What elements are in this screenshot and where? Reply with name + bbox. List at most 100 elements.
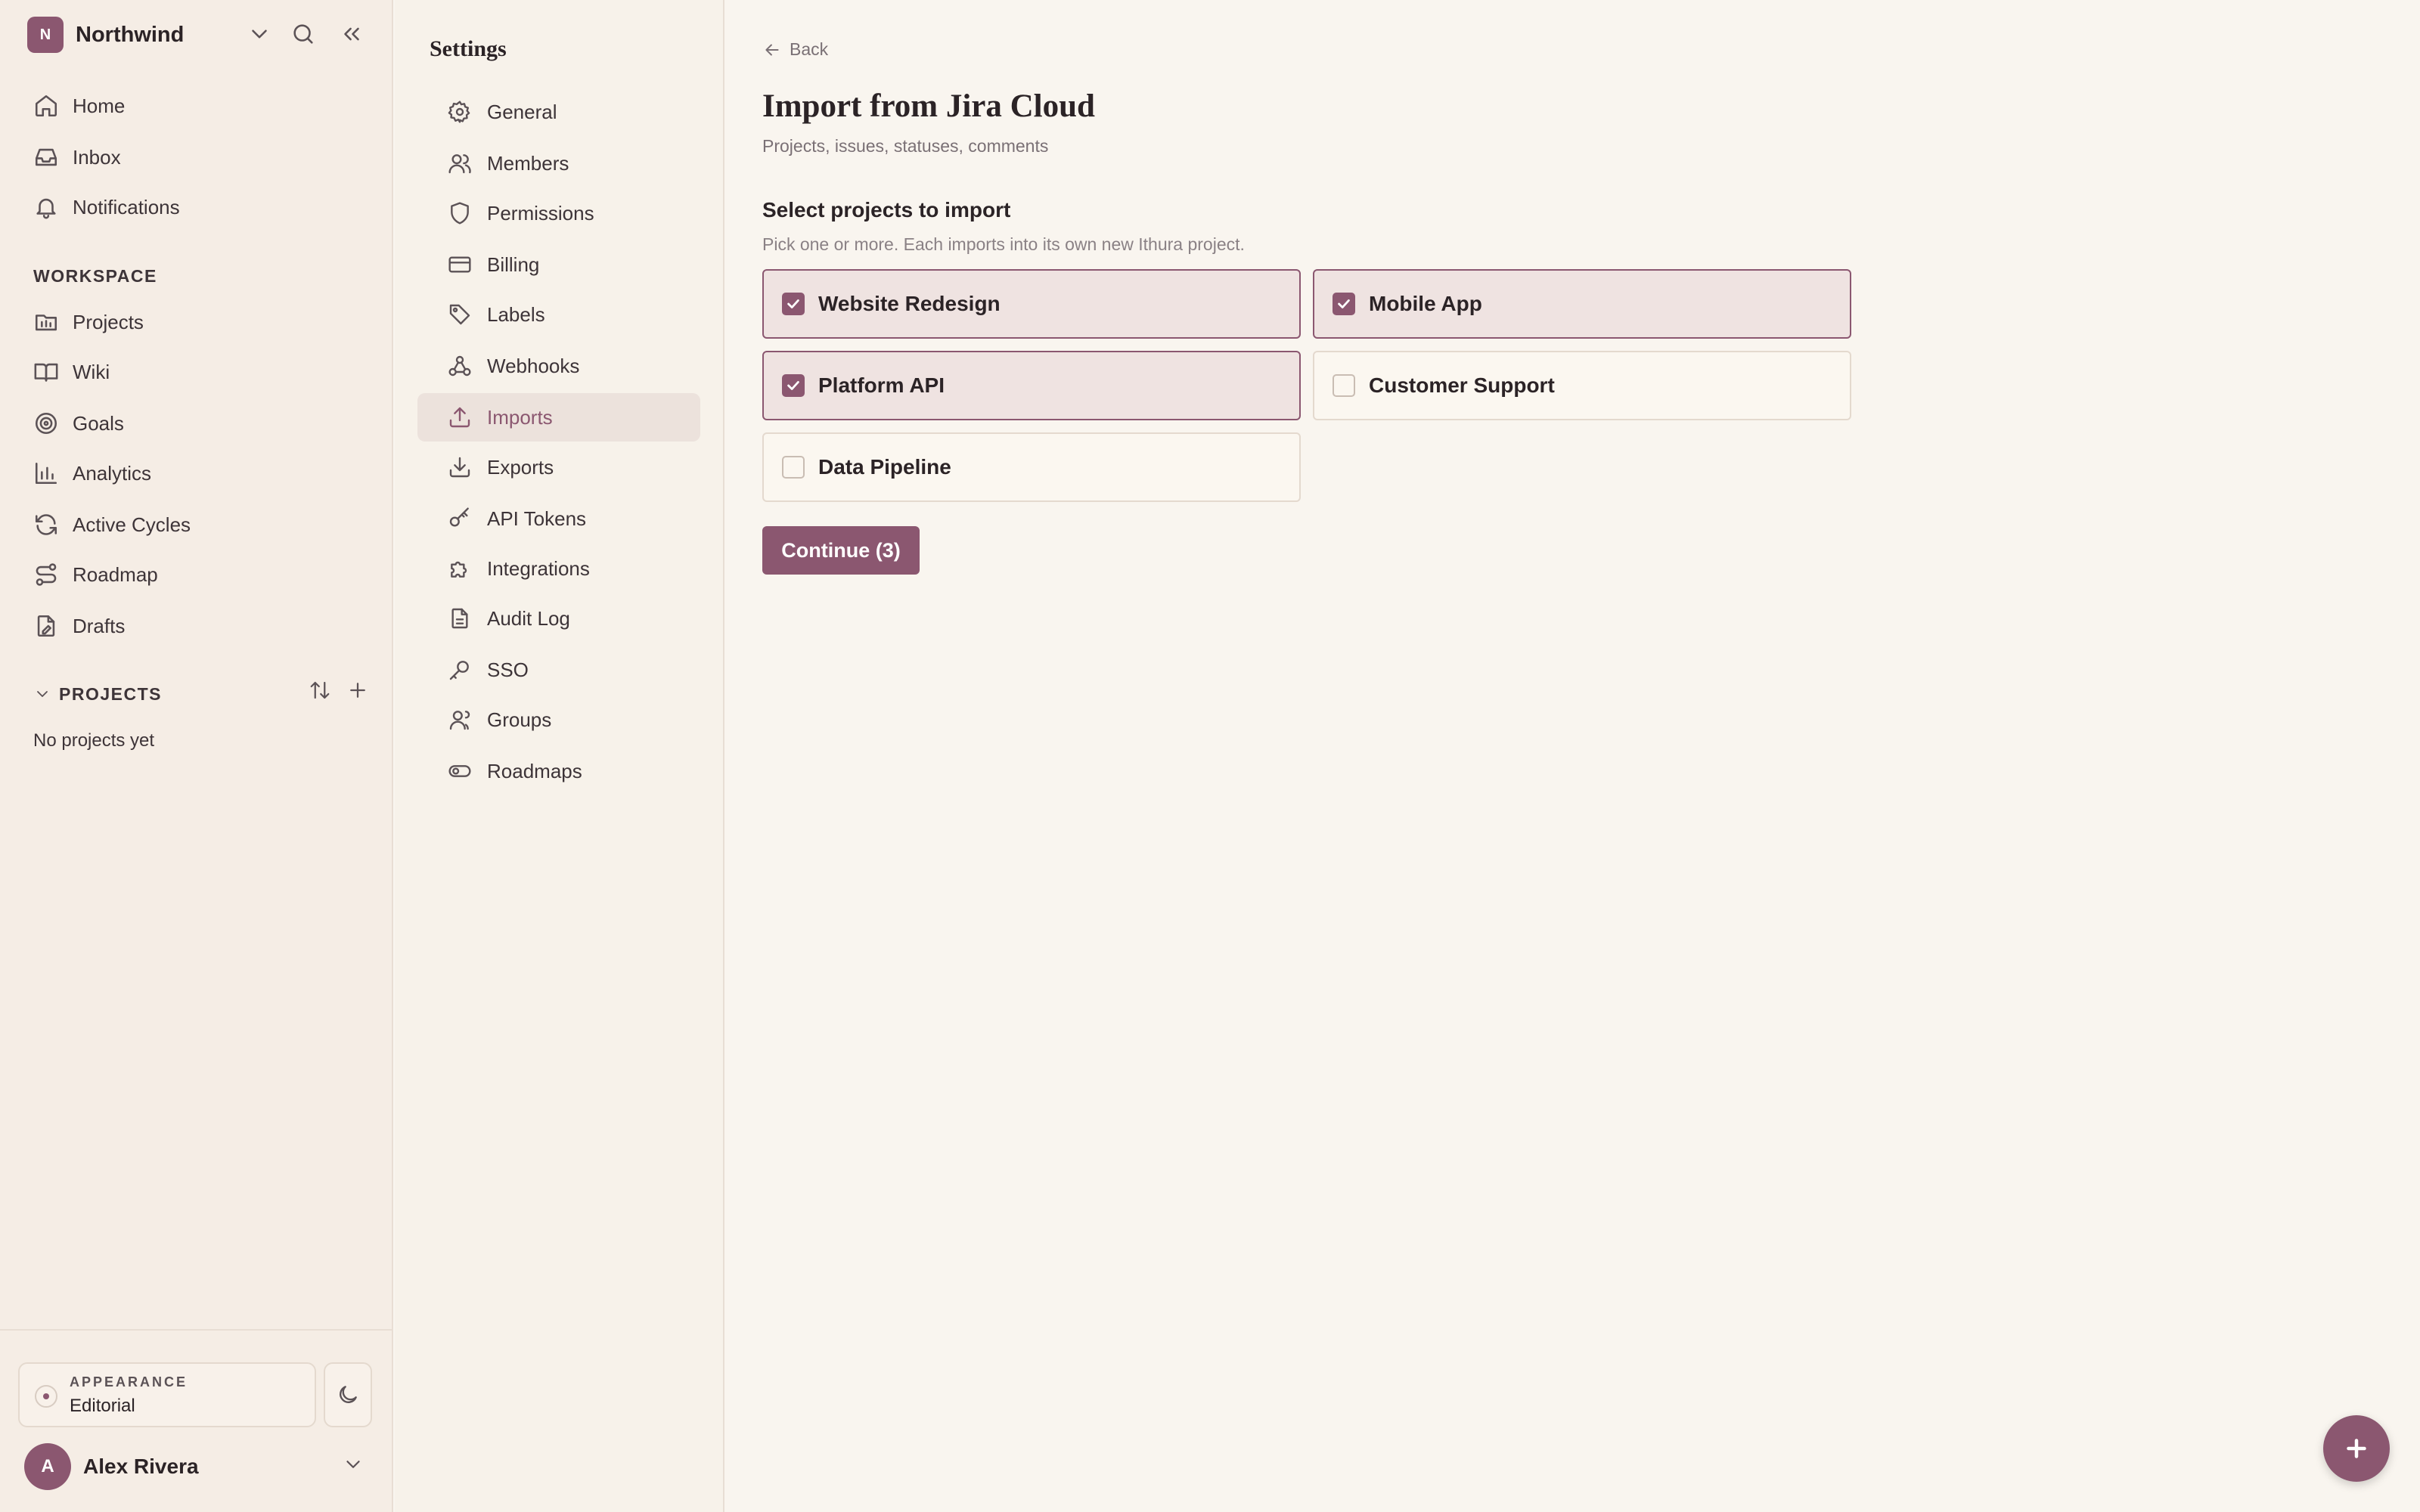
settings-item-roadmaps[interactable]: Roadmaps bbox=[417, 747, 700, 795]
moon-icon bbox=[336, 1383, 360, 1407]
back-label: Back bbox=[790, 39, 829, 59]
page-title: Import from Jira Cloud bbox=[762, 88, 1095, 124]
checkbox[interactable] bbox=[1333, 374, 1355, 397]
appearance-value: Editorial bbox=[70, 1396, 135, 1416]
project-option-label: Customer Support bbox=[1369, 373, 1555, 397]
bar-chart-icon bbox=[33, 460, 59, 486]
projects-section-header[interactable]: PROJECTS bbox=[33, 679, 365, 709]
settings-item-labels[interactable]: Labels bbox=[417, 290, 700, 339]
settings-item-label: Members bbox=[487, 151, 569, 175]
user-name: Alex Rivera bbox=[83, 1455, 199, 1478]
settings-item-label: Integrations bbox=[487, 556, 590, 580]
workspace-avatar: N bbox=[27, 17, 64, 53]
settings-item-api-tokens[interactable]: API Tokens bbox=[417, 494, 700, 543]
checkbox[interactable] bbox=[782, 374, 805, 397]
settings-item-label: Webhooks bbox=[487, 354, 580, 377]
nav-analytics[interactable]: Analytics bbox=[33, 457, 151, 490]
nav-home-label: Home bbox=[73, 94, 126, 117]
workspace-switcher[interactable]: N Northwind bbox=[27, 17, 368, 53]
settings-item-imports[interactable]: Imports bbox=[417, 393, 700, 442]
key-icon bbox=[448, 507, 472, 531]
settings-item-webhooks[interactable]: Webhooks bbox=[417, 342, 700, 390]
page-subtitle: Projects, issues, statuses, comments bbox=[762, 136, 1049, 156]
settings-item-members[interactable]: Members bbox=[417, 139, 700, 187]
project-option-data-pipeline[interactable]: Data Pipeline bbox=[762, 432, 1301, 502]
settings-item-label: Billing bbox=[487, 253, 540, 276]
settings-item-audit-log[interactable]: Audit Log bbox=[417, 594, 700, 643]
search-icon[interactable] bbox=[290, 21, 316, 47]
nav-goals-label: Goals bbox=[73, 411, 124, 435]
nav-projects[interactable]: Projects bbox=[33, 305, 144, 339]
puzzle-icon bbox=[448, 556, 472, 581]
project-option-label: Website Redesign bbox=[818, 292, 1001, 315]
route-icon bbox=[33, 562, 59, 587]
settings-nav: Settings General Members Permissions Bil… bbox=[395, 0, 724, 1512]
nav-active-cycles[interactable]: Active Cycles bbox=[33, 508, 191, 541]
back-link[interactable]: Back bbox=[762, 39, 828, 60]
create-fab-button[interactable] bbox=[2323, 1415, 2390, 1482]
sort-icon[interactable] bbox=[309, 679, 331, 702]
project-option-platform-api[interactable]: Platform API bbox=[762, 351, 1301, 420]
nav-goals[interactable]: Goals bbox=[33, 407, 124, 440]
inbox-icon bbox=[33, 144, 59, 170]
nav-active-cycles-label: Active Cycles bbox=[73, 513, 191, 536]
user-menu[interactable]: A Alex Rivera bbox=[24, 1442, 372, 1491]
workspace-name: Northwind bbox=[76, 22, 185, 47]
nav-roadmap[interactable]: Roadmap bbox=[33, 558, 158, 591]
checkbox[interactable] bbox=[782, 293, 805, 315]
nav-inbox-label: Inbox bbox=[73, 145, 121, 169]
shield-icon bbox=[448, 201, 472, 225]
settings-item-label: Roadmaps bbox=[487, 759, 582, 782]
project-option-website-redesign[interactable]: Website Redesign bbox=[762, 269, 1301, 339]
settings-item-general[interactable]: General bbox=[417, 88, 700, 136]
nav-drafts-label: Drafts bbox=[73, 614, 126, 637]
nav-wiki-label: Wiki bbox=[73, 360, 110, 383]
chevron-down-icon[interactable] bbox=[247, 21, 272, 47]
project-option-label: Data Pipeline bbox=[818, 455, 951, 479]
theme-toggle-button[interactable] bbox=[324, 1362, 372, 1427]
nav-wiki[interactable]: Wiki bbox=[33, 355, 110, 389]
settings-item-label: Imports bbox=[487, 405, 553, 429]
project-option-label: Mobile App bbox=[1369, 292, 1482, 315]
chevron-down-icon[interactable] bbox=[342, 1453, 365, 1476]
workspace-section-title: WORKSPACE bbox=[33, 266, 157, 286]
target-icon bbox=[33, 411, 59, 436]
home-icon bbox=[33, 93, 59, 119]
settings-item-label: API Tokens bbox=[487, 507, 587, 530]
projects-section-title: PROJECTS bbox=[59, 683, 162, 704]
settings-item-sso[interactable]: SSO bbox=[417, 646, 700, 694]
settings-item-label: Exports bbox=[487, 455, 554, 479]
book-icon bbox=[33, 359, 59, 385]
collapse-sidebar-icon[interactable] bbox=[339, 21, 365, 47]
check-icon bbox=[787, 299, 799, 308]
draft-icon bbox=[33, 613, 59, 639]
checkbox[interactable] bbox=[782, 456, 805, 479]
checkbox[interactable] bbox=[1333, 293, 1355, 315]
projects-icon bbox=[33, 309, 59, 335]
tag-icon bbox=[448, 302, 472, 327]
settings-item-permissions[interactable]: Permissions bbox=[417, 189, 700, 237]
plus-icon bbox=[2347, 1439, 2366, 1458]
nav-home[interactable]: Home bbox=[33, 89, 125, 122]
webhook-icon bbox=[448, 354, 472, 378]
sidebar-divider bbox=[0, 1329, 393, 1331]
check-icon bbox=[1338, 299, 1350, 308]
chevron-down-icon[interactable] bbox=[33, 685, 51, 703]
projects-empty-state: No projects yet bbox=[33, 730, 155, 751]
app-sidebar: N Northwind Home Inbox Notifications WOR… bbox=[0, 0, 393, 1512]
nav-inbox[interactable]: Inbox bbox=[33, 141, 121, 174]
plus-icon[interactable] bbox=[346, 679, 369, 702]
nav-drafts[interactable]: Drafts bbox=[33, 609, 125, 643]
settings-item-label: Audit Log bbox=[487, 606, 570, 630]
project-option-mobile-app[interactable]: Mobile App bbox=[1313, 269, 1851, 339]
nav-notifications[interactable]: Notifications bbox=[33, 191, 180, 224]
project-option-customer-support[interactable]: Customer Support bbox=[1313, 351, 1851, 420]
settings-item-billing[interactable]: Billing bbox=[417, 240, 700, 289]
settings-item-exports[interactable]: Exports bbox=[417, 443, 700, 491]
section-hint: Pick one or more. Each imports into its … bbox=[762, 234, 1245, 254]
settings-item-label: Labels bbox=[487, 302, 545, 326]
appearance-selector[interactable]: APPEARANCE Editorial bbox=[18, 1362, 316, 1427]
settings-item-integrations[interactable]: Integrations bbox=[417, 544, 700, 593]
continue-button[interactable]: Continue (3) bbox=[762, 526, 920, 575]
settings-item-groups[interactable]: Groups bbox=[417, 696, 700, 744]
